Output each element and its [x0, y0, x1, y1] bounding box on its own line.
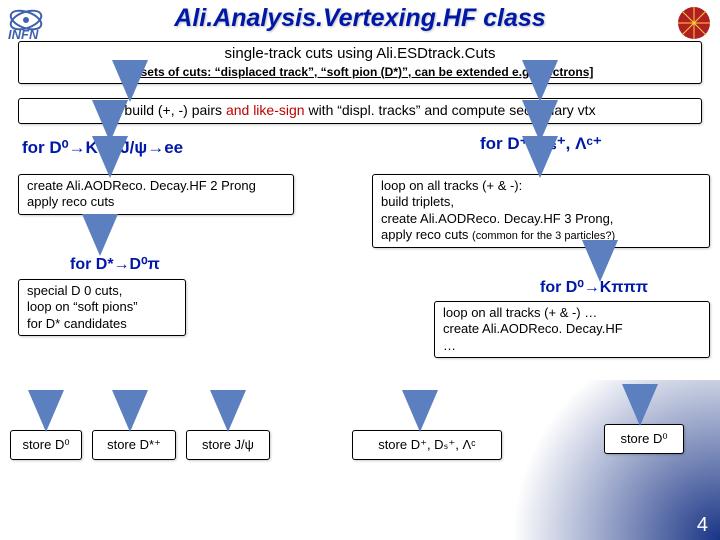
loopR2-l3: …	[443, 338, 701, 354]
box2-b: and like-sign	[226, 102, 305, 118]
box2-a: build (+, -) pairs	[124, 102, 226, 118]
alice-logo	[674, 3, 714, 43]
corner-shade	[470, 380, 720, 540]
specialL-l3: for D* candidates	[27, 316, 177, 332]
specialL-l2: loop on “soft pions”	[27, 299, 177, 315]
box-build-pairs: build (+, -) pairs and like-sign with “d…	[18, 98, 702, 124]
box-loop-kppp: loop on all tracks (+ & -) … create Ali.…	[434, 301, 710, 358]
label-branch-left: for D⁰→Kπ, J/ψ→ee	[22, 138, 183, 158]
box1-line1: single-track cuts using Ali.ESDtrack.Cut…	[27, 45, 693, 64]
loopR-l2: build triplets,	[381, 194, 701, 210]
box-single-track-cuts: single-track cuts using Ali.ESDtrack.Cut…	[18, 41, 702, 84]
infn-logo: INFN	[6, 6, 74, 42]
label-dstar: for D*→D⁰π	[70, 254, 160, 274]
createL-text: create Ali.AODReco. Decay.HF 2 Prong app…	[27, 178, 256, 209]
footer-left: ALICE Offline Week, CERN, 17.03.09	[8, 522, 225, 537]
loopR2-l1: loop on all tracks (+ & -) …	[443, 305, 701, 321]
box-store-dplus: store D⁺, Dₛ⁺, Λᶜ	[352, 430, 502, 460]
box-special-cuts: special D 0 cuts, loop on “soft pions” f…	[18, 279, 186, 336]
box-store-jpsi: store J/ψ	[186, 430, 270, 460]
box-loop-3prong: loop on all tracks (+ & -): build triple…	[372, 174, 710, 248]
loopR-l3: create Ali.AODReco. Decay.HF 3 Prong,	[381, 211, 701, 227]
footer-center: Andrea Dainese	[295, 522, 388, 537]
label-branch-right: for D⁺, Dₛ⁺, Λᶜ⁺	[480, 134, 602, 154]
box1-line2: [2 sets of cuts: “displaced track”, “sof…	[127, 65, 594, 80]
box-store-d0: store D⁰	[10, 430, 82, 460]
label-branch-kppp: for D⁰→Kπππ	[540, 277, 648, 297]
box-create-2prong: create Ali.AODReco. Decay.HF 2 Prong app…	[18, 174, 294, 215]
specialL-l1: special D 0 cuts,	[27, 283, 177, 299]
footer-page: 4	[697, 514, 708, 537]
loopR-l4b: (common for the 3 particles?)	[472, 230, 615, 242]
svg-text:INFN: INFN	[8, 27, 39, 42]
loopR-l1: loop on all tracks (+ & -):	[381, 178, 701, 194]
box-store-d0-b: store D⁰	[604, 424, 684, 454]
box-store-dstar: store D*⁺	[92, 430, 176, 460]
loopR-l4a: apply reco cuts	[381, 227, 472, 242]
box2-c: with “displ. tracks” and compute seconda…	[305, 102, 596, 118]
slide-title: Ali.Analysis.Vertexing.HF class	[0, 0, 720, 35]
loopR2-l2: create Ali.AODReco. Decay.HF	[443, 321, 701, 337]
